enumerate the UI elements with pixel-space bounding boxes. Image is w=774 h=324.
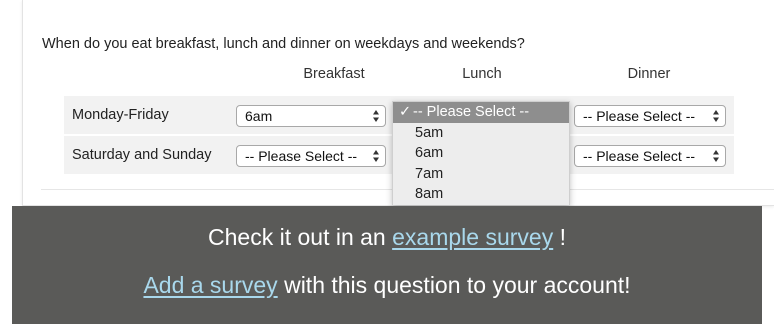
select-arrows-icon	[712, 149, 720, 163]
question-text: When do you eat breakfast, lunch and din…	[42, 36, 525, 52]
check-icon: ✓	[399, 104, 412, 120]
select-value: -- Please Select --	[245, 148, 358, 164]
select-arrows-icon	[372, 149, 380, 163]
lunch-select-dropdown[interactable]: ✓ -- Please Select -- 5am 6am 7am 8am	[392, 101, 570, 205]
column-header-breakfast: Breakfast	[303, 66, 365, 82]
example-survey-link[interactable]: example survey	[392, 224, 553, 250]
add-survey-link[interactable]: Add a survey	[143, 272, 277, 298]
select-value: -- Please Select --	[583, 108, 696, 124]
column-header-lunch: Lunch	[462, 66, 502, 82]
banner-line-1: Check it out in an example survey !	[208, 224, 566, 250]
column-header-dinner: Dinner	[627, 66, 671, 82]
select-arrows-icon	[372, 109, 380, 123]
breakfast-select-weekdays[interactable]: 6am	[236, 105, 386, 127]
dinner-select-weekdays[interactable]: -- Please Select --	[574, 105, 726, 127]
dropdown-option-6am[interactable]: 6am	[393, 143, 569, 164]
row-label-weekdays: Monday-Friday	[72, 107, 169, 123]
dropdown-option-5am[interactable]: 5am	[393, 123, 569, 144]
dropdown-option-7am[interactable]: 7am	[393, 164, 569, 185]
row-label-weekends: Saturday and Sunday	[72, 147, 212, 163]
dropdown-option-8am[interactable]: 8am	[393, 184, 569, 205]
cta-banner: Check it out in an example survey ! Add …	[12, 206, 762, 324]
banner-line-2: Add a survey with this question to your …	[143, 272, 631, 298]
select-arrows-icon	[712, 109, 720, 123]
select-value: -- Please Select --	[583, 148, 696, 164]
dinner-select-weekends[interactable]: -- Please Select --	[574, 145, 726, 167]
select-value: 6am	[245, 108, 273, 124]
dropdown-option-please-select[interactable]: ✓ -- Please Select --	[393, 102, 569, 123]
breakfast-select-weekends[interactable]: -- Please Select --	[236, 145, 386, 167]
